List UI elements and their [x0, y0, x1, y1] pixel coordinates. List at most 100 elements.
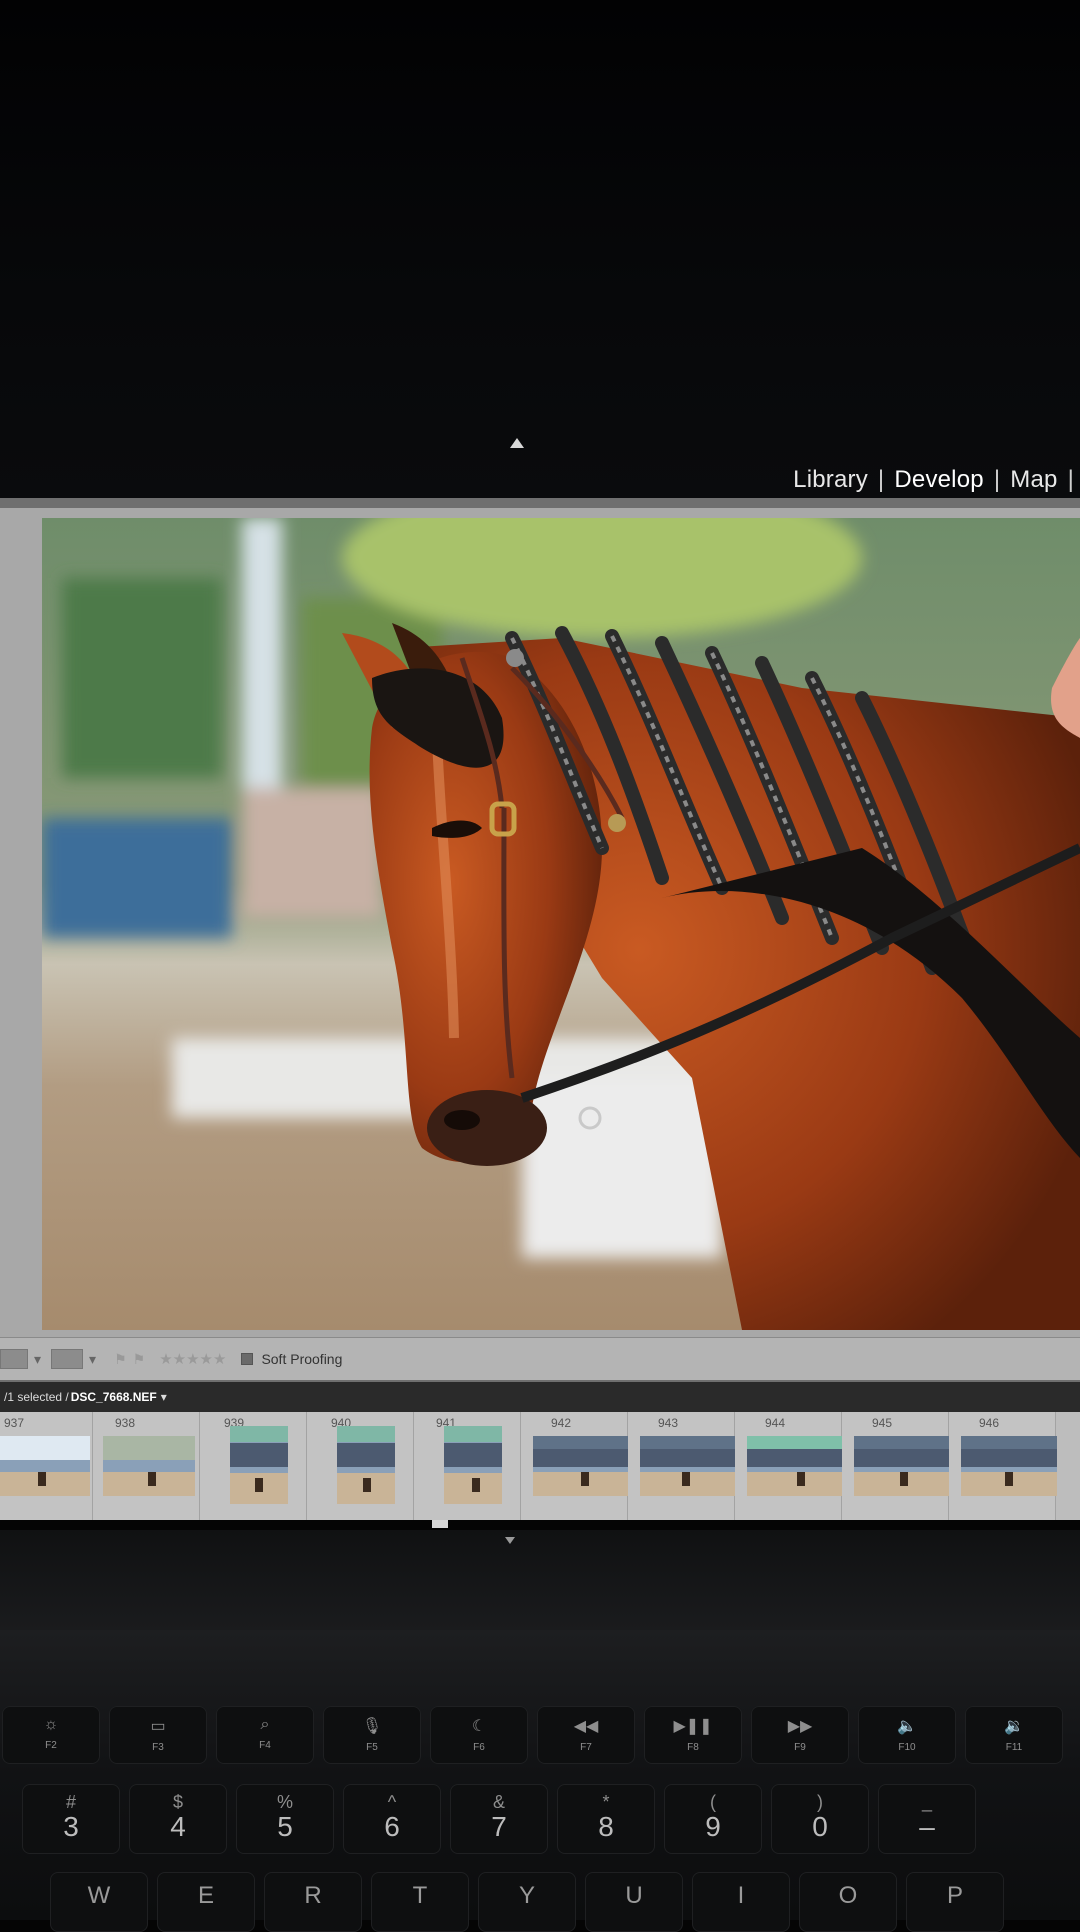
main-photo-preview[interactable]: [42, 518, 1080, 1330]
key-t[interactable]: T: [371, 1872, 469, 1932]
key-letter: W: [87, 1882, 111, 1909]
filmstrip-thumbnail[interactable]: 937: [0, 1412, 93, 1520]
key-letter: U: [625, 1882, 643, 1909]
key-label: F11: [1005, 1742, 1023, 1753]
key-i[interactable]: I: [692, 1872, 790, 1932]
key-letter: T: [412, 1882, 428, 1909]
do-not-disturb-moon-icon: ☾: [471, 1718, 487, 1735]
selected-filename[interactable]: DSC_7668.NEF: [71, 1390, 157, 1404]
chevron-down-icon[interactable]: ▾: [34, 1351, 41, 1368]
chevron-down-icon[interactable]: ▾: [161, 1390, 167, 1404]
mission-control-icon: ▭: [150, 1718, 166, 1735]
key-f10[interactable]: 🔈 F10: [858, 1706, 956, 1764]
thumbnail-number: 942: [551, 1416, 572, 1430]
key-y[interactable]: Y: [478, 1872, 576, 1932]
thumbnail-image: [230, 1426, 288, 1504]
key-9[interactable]: (9: [664, 1784, 762, 1854]
key-label: F5: [366, 1742, 378, 1753]
key-u[interactable]: U: [585, 1872, 683, 1932]
key-label: F7: [580, 1742, 592, 1753]
key-shift-symbol: #: [65, 1792, 76, 1812]
star-rating[interactable]: ★★★★★: [159, 1350, 227, 1368]
module-library[interactable]: Library: [793, 466, 868, 494]
key-label: F9: [794, 1742, 806, 1753]
thumbnail-number: 937: [4, 1416, 25, 1430]
key-letter: R: [304, 1882, 322, 1909]
key-shift-symbol: $: [172, 1792, 183, 1812]
key-f11[interactable]: 🔉 F11: [965, 1706, 1063, 1764]
filmstrip-thumbnail[interactable]: 942: [521, 1412, 629, 1520]
key-shift-symbol: (: [710, 1792, 716, 1812]
key-shift-symbol: *: [602, 1792, 610, 1812]
filmstrip-thumbnail[interactable]: 943: [628, 1412, 736, 1520]
key-primary-symbol: 6: [384, 1811, 400, 1842]
panel-collapse-arrow-icon[interactable]: [510, 438, 524, 448]
key-f3[interactable]: ▭ F3: [109, 1706, 207, 1764]
key-primary-symbol: 7: [491, 1811, 507, 1842]
key-primary-symbol: 8: [598, 1811, 614, 1842]
key-8[interactable]: * 8: [557, 1784, 655, 1854]
view-mode-compare-button[interactable]: [0, 1349, 28, 1369]
thumbnail-image: [640, 1436, 736, 1496]
filmstrip-thumbnail[interactable]: 941: [414, 1412, 521, 1520]
module-map[interactable]: Map: [1010, 466, 1057, 494]
filmstrip-thumbnail[interactable]: 939: [200, 1412, 307, 1520]
key-shift-symbol: %: [276, 1792, 293, 1812]
key-primary-symbol: 0: [812, 1811, 828, 1842]
fast-forward-icon: ▶▶: [787, 1718, 813, 1735]
key-0[interactable]: ) 0: [771, 1784, 869, 1854]
key-shift-symbol: ): [817, 1792, 823, 1812]
key-4[interactable]: $4: [129, 1784, 227, 1854]
filmstrip-scrollbar[interactable]: [432, 1520, 448, 1528]
key-e[interactable]: E: [157, 1872, 255, 1932]
key-label: F4: [259, 1740, 271, 1751]
filmstrip-thumbnail[interactable]: 946: [949, 1412, 1057, 1520]
laptop-screen-bezel: [0, 1530, 1080, 1630]
thumbnail-number: 944: [765, 1416, 786, 1430]
brightness-up-icon: ☼: [43, 1716, 59, 1733]
selection-count: /1 selected /: [4, 1390, 69, 1404]
key-5[interactable]: % 5: [236, 1784, 334, 1854]
filmstrip-collapse-arrow-icon[interactable]: [505, 1537, 515, 1544]
key-7[interactable]: & 7: [450, 1784, 548, 1854]
thumbnail-image: [0, 1436, 90, 1496]
key-f7[interactable]: ◀◀ F7: [537, 1706, 635, 1764]
thumbnail-image: [854, 1436, 950, 1496]
thumbnail-image: [337, 1426, 395, 1504]
filmstrip-thumbnail[interactable]: 944: [735, 1412, 843, 1520]
thumbnail-image: [961, 1436, 1057, 1496]
thumbnail-number: 943: [658, 1416, 679, 1430]
key-f2[interactable]: ☼ F2: [2, 1706, 100, 1764]
top-dark-area: [0, 0, 1080, 498]
thumbnail-image: [533, 1436, 629, 1496]
key-f6[interactable]: ☾ F6: [430, 1706, 528, 1764]
key-w[interactable]: W: [50, 1872, 148, 1932]
module-develop[interactable]: Develop: [894, 466, 983, 494]
filmstrip-thumbnail[interactable]: 940: [307, 1412, 414, 1520]
key-f8[interactable]: ▶❚❚ F8: [644, 1706, 742, 1764]
key-f5[interactable]: 🎙 F5: [323, 1706, 421, 1764]
key-–[interactable]: _ –: [878, 1784, 976, 1854]
mute-icon: 🔈: [897, 1718, 917, 1735]
rating-stars[interactable]: ★★★★★: [159, 1351, 226, 1368]
flag-icon[interactable]: ⚑: [114, 1351, 127, 1368]
key-3[interactable]: #3: [22, 1784, 120, 1854]
chevron-down-icon[interactable]: ▾: [89, 1351, 96, 1368]
module-picker: Library | Develop | Map |: [793, 462, 1080, 498]
before-after-button[interactable]: [51, 1349, 84, 1369]
key-r[interactable]: R: [264, 1872, 362, 1932]
reject-flag-icon[interactable]: ⚑: [133, 1351, 146, 1368]
filmstrip-thumbnail[interactable]: 945: [842, 1412, 950, 1520]
key-p[interactable]: P: [906, 1872, 1004, 1932]
dictation-mic-icon: 🎙: [361, 1718, 383, 1735]
key-o[interactable]: O: [799, 1872, 897, 1932]
key-label: F8: [687, 1742, 699, 1753]
soft-proofing-checkbox[interactable]: [241, 1353, 254, 1365]
key-6[interactable]: ^ 6: [343, 1784, 441, 1854]
key-primary-symbol: –: [919, 1811, 935, 1842]
module-separator: |: [1067, 466, 1074, 493]
key-f9[interactable]: ▶▶ F9: [751, 1706, 849, 1764]
filmstrip-thumbnail[interactable]: 938: [93, 1412, 200, 1520]
play-pause-icon: ▶❚❚: [673, 1718, 713, 1735]
key-f4[interactable]: ⌕ F4: [216, 1706, 314, 1764]
